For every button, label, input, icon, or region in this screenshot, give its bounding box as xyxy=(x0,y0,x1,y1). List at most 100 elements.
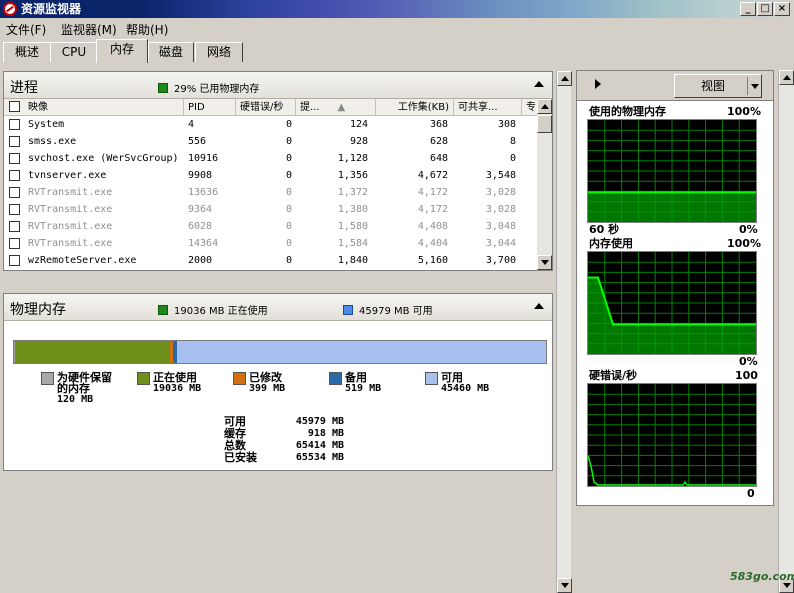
process-row[interactable]: svchost.exe (WerSvcGroup) 10916 0 1,128 648 0 xyxy=(4,150,537,167)
process-cell-pid: 9364 xyxy=(188,204,213,215)
process-cell-name: tvnserver.exe xyxy=(28,170,107,181)
sort-ascending-icon: ▲ xyxy=(337,102,346,113)
process-scrollbar[interactable] xyxy=(537,99,552,270)
select-all-checkbox[interactable] xyxy=(9,101,20,112)
tab-network[interactable]: 网络 xyxy=(195,42,243,62)
inuse-indicator-icon xyxy=(158,305,168,315)
memory-stats: 可用 45979 MB 缓存 918 MB 总数 65414 MB 已安装 65534 MB xyxy=(224,416,344,464)
process-cell-pid: 14364 xyxy=(188,238,219,249)
graph-panel-header: 视图 xyxy=(577,71,773,101)
menu-help[interactable]: 帮助(H) xyxy=(126,21,168,38)
left-pane-scrollbar[interactable] xyxy=(556,71,572,593)
chevron-down-icon[interactable] xyxy=(751,84,759,89)
process-row[interactable]: smss.exe 556 0 928 628 8 xyxy=(4,133,537,150)
process-cell-pid: 13636 xyxy=(188,187,219,198)
arrow-up-icon xyxy=(541,104,549,109)
process-cell-commit: 1,380 xyxy=(337,204,368,215)
process-cell-pid: 556 xyxy=(188,136,207,147)
view-button[interactable]: 视图 xyxy=(674,74,762,98)
process-cell-ws: 4,172 xyxy=(417,187,448,198)
process-cell-name: System xyxy=(28,119,65,130)
process-cell-hard: 0 xyxy=(285,153,292,164)
process-row[interactable]: System 4 0 124 368 308 xyxy=(4,116,537,133)
legend-label: 正在使用 xyxy=(153,371,197,384)
col-pid[interactable]: PID xyxy=(184,99,236,116)
graph2-title: 内存使用 xyxy=(589,237,633,250)
graph1-min: 0% xyxy=(739,223,758,236)
process-cell-ws: 4,404 xyxy=(417,238,448,249)
legend-swatch xyxy=(41,372,54,385)
process-checkbox[interactable] xyxy=(9,119,20,130)
main-scroll-up-button[interactable] xyxy=(779,70,794,85)
scroll-down-button[interactable] xyxy=(537,255,552,270)
tab-strip: 概述 CPU 内存 磁盘 网络 xyxy=(0,38,794,64)
physical-memory-header[interactable]: 物理内存 19036 MB 正在使用 45979 MB 可用 xyxy=(4,294,552,321)
legend-value: 120 MB xyxy=(57,394,94,405)
col-shareable[interactable]: 可共享... xyxy=(454,99,522,116)
legend-label-2: 的内存 xyxy=(57,382,90,395)
process-cell-pid: 10916 xyxy=(188,153,219,164)
graph-memory-usage xyxy=(587,251,757,355)
expand-right-icon[interactable] xyxy=(595,79,601,89)
menu-file[interactable]: 文件(F) xyxy=(6,21,46,38)
tab-cpu[interactable]: CPU xyxy=(50,42,98,62)
process-cell-hard: 0 xyxy=(285,221,292,232)
collapse-up-icon[interactable] xyxy=(534,81,544,87)
col-hard-faults[interactable]: 硬错误/秒 xyxy=(236,99,296,116)
process-checkbox[interactable] xyxy=(9,221,20,232)
minimize-button[interactable]: _ xyxy=(740,2,756,16)
menu-monitor[interactable]: 监视器(M) xyxy=(61,21,117,38)
legend-value: 45460 MB xyxy=(441,383,490,394)
col-working-set[interactable]: 工作集(KB) xyxy=(376,99,454,116)
graph-area xyxy=(588,192,756,222)
stat-value: 45979 MB xyxy=(295,416,344,427)
tab-disk[interactable]: 磁盘 xyxy=(148,42,194,62)
col-image[interactable]: 映像 xyxy=(4,99,184,116)
process-checkbox[interactable] xyxy=(9,187,20,198)
left-scroll-down-button[interactable] xyxy=(557,578,572,593)
process-cell-commit: 1,356 xyxy=(337,170,368,181)
process-row[interactable]: RVTransmit.exe 9364 0 1,380 4,172 3,028 xyxy=(4,201,537,218)
process-checkbox[interactable] xyxy=(9,153,20,164)
process-checkbox[interactable] xyxy=(9,255,20,266)
graph3-min: 0 xyxy=(747,487,755,500)
maximize-button[interactable]: □ xyxy=(757,2,773,16)
process-row[interactable]: RVTransmit.exe 14364 0 1,584 4,404 3,044 xyxy=(4,235,537,252)
close-button[interactable]: × xyxy=(774,2,790,16)
graph1-title: 使用的物理内存 xyxy=(589,105,666,118)
process-cell-ws: 648 xyxy=(429,153,448,164)
process-row[interactable]: RVTransmit.exe 13636 0 1,372 4,172 3,028 xyxy=(4,184,537,201)
scroll-thumb[interactable] xyxy=(537,115,552,133)
legend-swatch xyxy=(137,372,150,385)
col-commit[interactable]: 提... ▲ xyxy=(296,99,376,116)
main-scrollbar[interactable] xyxy=(778,70,794,593)
bar-in-use xyxy=(15,341,170,363)
resource-monitor-icon xyxy=(3,2,17,16)
stat-value: 65534 MB xyxy=(295,452,344,463)
tab-overview[interactable]: 概述 xyxy=(3,42,51,62)
legend-label: 可用 xyxy=(441,371,463,384)
scroll-up-button[interactable] xyxy=(537,99,552,114)
process-cell-hard: 0 xyxy=(285,204,292,215)
process-checkbox[interactable] xyxy=(9,204,20,215)
process-cell-share: 3,028 xyxy=(485,204,516,215)
tab-memory[interactable]: 内存 xyxy=(96,39,148,63)
process-cell-name: smss.exe xyxy=(28,136,77,147)
graph2-min: 0% xyxy=(739,355,758,368)
process-checkbox[interactable] xyxy=(9,136,20,147)
stat-value: 65414 MB xyxy=(295,440,344,451)
process-cell-pid: 9908 xyxy=(188,170,213,181)
process-checkbox[interactable] xyxy=(9,170,20,181)
legend-value: 19036 MB xyxy=(153,383,202,394)
title-bar: 资源监视器 _ □ × xyxy=(0,0,794,18)
collapse-up-icon[interactable] xyxy=(534,303,544,309)
process-panel-header[interactable]: 进程 29% 已用物理内存 xyxy=(4,72,552,99)
left-scroll-up-button[interactable] xyxy=(557,71,572,86)
process-row[interactable]: wzRemoteServer.exe 2000 0 1,840 5,160 3,700 xyxy=(4,252,537,269)
process-cell-commit: 928 xyxy=(349,136,368,147)
process-checkbox[interactable] xyxy=(9,238,20,249)
graph-hard-faults xyxy=(587,383,757,487)
process-cell-hard: 0 xyxy=(285,187,292,198)
process-row[interactable]: RVTransmit.exe 6028 0 1,580 4,408 3,048 xyxy=(4,218,537,235)
process-row[interactable]: tvnserver.exe 9908 0 1,356 4,672 3,548 xyxy=(4,167,537,184)
